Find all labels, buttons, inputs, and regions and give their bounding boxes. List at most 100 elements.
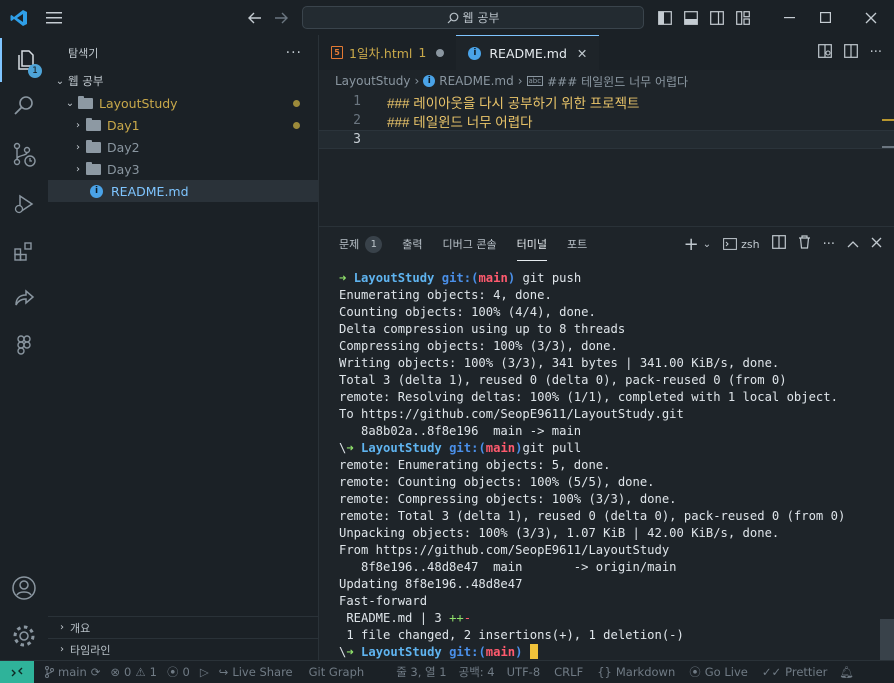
tab-label: 디버그 콘솔: [442, 238, 497, 251]
braces-icon: {}: [597, 665, 612, 679]
prettier-status[interactable]: ✓✓ Prettier: [762, 665, 828, 679]
code-editor[interactable]: 1 ### 레이아웃을 다시 공부하기 위한 프로젝트 2 ### 테일윈드 너…: [319, 92, 894, 222]
terminal-profile[interactable]: zsh: [723, 238, 760, 251]
extensions-activity[interactable]: [0, 229, 48, 273]
tab-output[interactable]: 출력: [402, 227, 422, 261]
manage-activity[interactable]: [0, 614, 48, 658]
explorer-title: 탐색기: [68, 46, 99, 60]
terminal-output-line: remote: Counting objects: 100% (5/5), do…: [339, 475, 655, 489]
folder-day3[interactable]: › Day3: [48, 158, 318, 180]
chevron-right-icon: ›: [60, 622, 64, 633]
folder-day2[interactable]: › Day2: [48, 136, 318, 158]
forward-arrow-icon[interactable]: [270, 0, 292, 35]
code-line: 1 ### 레이아웃을 다시 공부하기 위한 프로젝트: [319, 92, 894, 111]
figma-activity[interactable]: [0, 324, 48, 368]
search-activity[interactable]: [0, 84, 48, 128]
toggle-secondary-sidebar-icon[interactable]: [706, 0, 728, 35]
line-number: 1: [353, 94, 361, 109]
tab-label: README.md: [489, 45, 567, 61]
tab-ports[interactable]: 포트: [567, 227, 587, 261]
prompt-paren: ): [515, 645, 523, 659]
tab-debug-console[interactable]: 디버그 콘솔: [443, 227, 497, 261]
ports-status[interactable]: ⦿ 0: [167, 664, 190, 680]
folder-layoutstudy[interactable]: ⌄ LayoutStudy: [48, 92, 318, 114]
new-terminal-icon[interactable]: +: [684, 234, 699, 255]
tab-readme[interactable]: i README.md ✕: [456, 35, 600, 70]
live-share-activity[interactable]: [0, 276, 48, 320]
unsaved-dot-icon: [436, 48, 445, 57]
cursor-position[interactable]: 줄 3, 열 1: [396, 664, 446, 680]
terminal-icon: [723, 238, 738, 250]
live-share-status[interactable]: ↪ Live Share: [219, 665, 293, 679]
git-graph-status[interactable]: Git Graph: [309, 665, 365, 679]
maximize-panel-icon[interactable]: [847, 237, 859, 252]
command-center-search[interactable]: 웹 공부: [302, 6, 644, 29]
tab-terminal[interactable]: 터미널: [516, 227, 547, 261]
prompt-directory: LayoutStudy: [353, 271, 442, 285]
customize-layout-icon[interactable]: [732, 0, 754, 35]
live-share-icon: ↪: [218, 665, 229, 679]
breadcrumb-folder[interactable]: LayoutStudy: [335, 74, 410, 88]
prompt-directory: LayoutStudy: [361, 441, 450, 455]
close-panel-icon[interactable]: [871, 237, 882, 252]
indent-status[interactable]: 공백: 4: [459, 664, 495, 680]
branch-status[interactable]: main ⟳: [44, 665, 100, 679]
chevron-down-icon: ⌄: [55, 75, 65, 87]
extensions-icon: [14, 242, 32, 261]
prompt-branch: main: [485, 645, 516, 659]
outline-section[interactable]: › 개요: [48, 616, 318, 638]
breadcrumb: LayoutStudy › i README.md › abc ### 테일윈드…: [335, 72, 688, 90]
go-live-status[interactable]: ⦿ Go Live: [689, 664, 748, 680]
terminal-output[interactable]: ➜ LayoutStudy git:(main) git push Enumera…: [339, 270, 884, 661]
trash-icon[interactable]: [798, 235, 811, 253]
search-icon: [447, 12, 458, 23]
close-window-icon[interactable]: [848, 0, 894, 35]
breadcrumb-symbol[interactable]: ### 테일윈드 너무 어렵다: [547, 73, 688, 90]
back-arrow-icon[interactable]: [244, 0, 266, 35]
more-actions-icon[interactable]: ···: [286, 45, 302, 61]
prompt-paren: (: [478, 645, 486, 659]
notifications-status[interactable]: 🔔︎: [839, 665, 854, 679]
folder-day1[interactable]: › Day1: [48, 114, 318, 136]
run-status[interactable]: ▷: [200, 665, 209, 679]
split-editor-icon[interactable]: [843, 43, 858, 62]
language-status[interactable]: {} Markdown: [597, 665, 675, 679]
scroll-marker: [882, 146, 894, 148]
tab-html-file[interactable]: 5 1일차.html 1: [319, 35, 456, 70]
toggle-primary-sidebar-icon[interactable]: [654, 0, 676, 35]
terminal-scrollbar[interactable]: [880, 619, 894, 661]
terminal-output-line: Compressing objects: 100% (3/3), done.: [339, 339, 618, 353]
tab-problems[interactable]: 문제 1: [339, 227, 383, 261]
toggle-panel-icon[interactable]: [680, 0, 702, 35]
warning-icon: ⚠: [135, 665, 146, 679]
encoding-status[interactable]: UTF-8: [507, 665, 541, 679]
html5-icon: 5: [331, 46, 343, 59]
more-actions-icon[interactable]: ···: [823, 237, 835, 252]
prompt-git-label: git:: [441, 271, 472, 285]
timeline-section[interactable]: › 타임라인: [48, 638, 318, 660]
breadcrumb-file[interactable]: README.md: [439, 74, 513, 88]
terminal-output-line: Fast-forward: [339, 594, 428, 608]
terminal-output-line: remote: Compressing objects: 100% (3/3),…: [339, 492, 677, 506]
problems-status[interactable]: ⊗ 0 ⚠ 1: [110, 665, 157, 679]
split-terminal-icon[interactable]: [771, 235, 786, 253]
open-preview-icon[interactable]: [817, 43, 832, 62]
more-actions-icon[interactable]: ···: [870, 45, 882, 60]
chevron-right-icon: ›: [60, 644, 64, 655]
file-readme[interactable]: i README.md: [48, 180, 318, 202]
terminal-output-line: remote: Total 3 (delta 1), reused 0 (del…: [339, 509, 846, 523]
source-control-activity[interactable]: [0, 133, 48, 177]
maximize-icon[interactable]: [802, 0, 848, 35]
remote-indicator[interactable]: [0, 660, 34, 683]
run-debug-activity[interactable]: [0, 182, 48, 226]
terminal-output-line: Total 3 (delta 1), reused 0 (delta 0), p…: [339, 373, 787, 387]
terminal-output-line: 1 file changed, 2 insertions(+), 1 delet…: [339, 628, 684, 642]
chevron-down-icon[interactable]: ⌄: [703, 239, 711, 250]
accounts-activity[interactable]: [0, 566, 48, 610]
menu-icon[interactable]: [42, 0, 66, 35]
eol-status[interactable]: CRLF: [554, 665, 583, 679]
explorer-activity[interactable]: 1: [0, 38, 48, 82]
close-tab-icon[interactable]: ✕: [577, 46, 587, 61]
workspace-root[interactable]: ⌄ 웹 공부: [48, 70, 318, 92]
prettier-label: Prettier: [785, 665, 828, 679]
